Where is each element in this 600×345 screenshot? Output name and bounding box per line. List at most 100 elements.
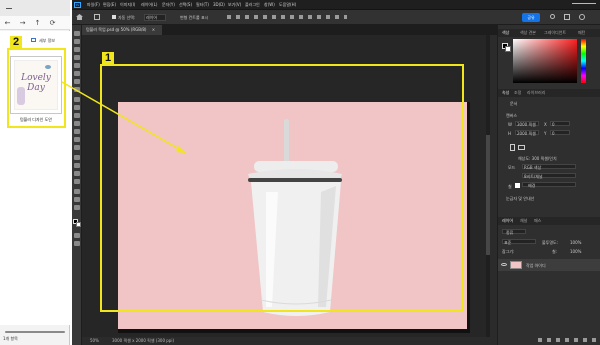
workspace-icon[interactable] (564, 14, 570, 20)
orientation-portrait-icon[interactable] (510, 144, 515, 151)
refresh-button[interactable]: ⟳ (48, 17, 57, 29)
menu-type[interactable]: 문자(Y) (162, 0, 175, 10)
layer-name[interactable]: 작업 아이디 (526, 263, 546, 269)
canvas-vertical-scrollbar[interactable] (486, 35, 490, 337)
details-view-label[interactable]: 세부 정보 (39, 38, 55, 44)
lasso-tool[interactable] (74, 47, 80, 52)
tab-libraries[interactable]: 라이브러리 (527, 89, 545, 97)
menu-filter[interactable]: 필터(T) (196, 0, 209, 10)
tab-color[interactable]: 색상 (502, 29, 509, 37)
history-brush-tool[interactable] (74, 113, 80, 118)
mode-value: RGB 색상 (524, 165, 542, 170)
brush-tool[interactable] (74, 97, 80, 102)
tab-layers[interactable]: 레이어 (502, 217, 513, 225)
healing-tool[interactable] (74, 87, 80, 92)
horizontal-scrollbar[interactable] (5, 331, 65, 333)
menu-select[interactable]: 선택(S) (179, 0, 192, 10)
layer-actions-icons[interactable] (538, 338, 598, 342)
menu-image[interactable]: 이미지(I) (120, 0, 135, 10)
callout-badge-2: 2 (10, 36, 22, 49)
resolution-label: 해상도: 300 픽셀/인치 (518, 156, 557, 161)
pen-tool[interactable] (74, 155, 80, 160)
layer-fill-value[interactable]: 100% (570, 249, 581, 254)
menu-layer[interactable]: 레이어(L) (141, 0, 157, 10)
settings-icon[interactable] (579, 14, 585, 20)
window-minimize-icon[interactable] (6, 8, 12, 9)
zoom-level[interactable]: 50% (90, 337, 99, 345)
layers-panel-tabs: 레이어 채널 패스 (498, 217, 600, 225)
move-tool-icon[interactable] (94, 14, 100, 20)
menu-view[interactable]: 보기(V) (228, 0, 241, 10)
quick-select-tool[interactable] (74, 55, 80, 60)
menu-edit[interactable]: 편집(E) (103, 0, 116, 10)
fill-swatch[interactable] (515, 183, 520, 188)
details-view-icon[interactable] (31, 38, 36, 42)
eyedropper-tool[interactable] (74, 79, 80, 84)
zoom-tool[interactable] (74, 197, 80, 202)
scroll-thumb[interactable] (486, 135, 490, 255)
layer-fill-label: 칠: (552, 249, 558, 254)
tab-paths[interactable]: 패스 (534, 217, 541, 225)
menu-3d[interactable]: 3D(D) (213, 0, 225, 10)
layer-kind-value: 종류 (506, 230, 514, 235)
gradient-tool[interactable] (74, 129, 80, 134)
callout-box-1 (100, 64, 464, 312)
screen-mode-tool[interactable] (74, 241, 80, 246)
auto-select-target-value: 레이어 (146, 15, 158, 20)
tools-panel (72, 25, 82, 345)
blur-tool[interactable] (74, 137, 80, 142)
move-tool[interactable] (74, 31, 80, 36)
menu-window[interactable]: 창(W) (264, 0, 275, 10)
tab-channels[interactable]: 채널 (520, 217, 527, 225)
eraser-tool[interactable] (74, 121, 80, 126)
marquee-tool[interactable] (74, 39, 80, 44)
y-label: Y (544, 131, 547, 136)
document-tab[interactable]: 텀블러 목업.psd @ 50% (RGB/8) × (82, 25, 162, 35)
height-label: H (508, 131, 512, 136)
path-select-tool[interactable] (74, 171, 80, 176)
align-icons[interactable] (227, 15, 347, 19)
hue-slider[interactable] (581, 39, 586, 83)
menu-plugins[interactable]: 플러그인 (245, 0, 260, 10)
more-tools[interactable] (74, 205, 80, 210)
orientation-landscape-icon[interactable] (518, 145, 525, 150)
crop-tool[interactable] (74, 63, 80, 68)
transform-controls-label[interactable]: 변형 컨트롤 표시 (180, 15, 208, 21)
rulers-section-label[interactable]: 눈금자 및 안내선 (506, 196, 534, 202)
auto-select-checkbox[interactable] (112, 15, 116, 19)
tab-swatches[interactable]: 색상 견본 (520, 29, 536, 37)
close-tab-icon[interactable]: × (152, 27, 155, 32)
tab-properties[interactable]: 속성 (502, 89, 509, 97)
tab-adjustments[interactable]: 조정 (514, 89, 521, 97)
forward-button[interactable]: → (18, 17, 27, 29)
quick-mask-tool[interactable] (74, 233, 80, 238)
callout-box-2 (7, 48, 66, 128)
type-tool[interactable] (74, 163, 80, 168)
tab-gradients[interactable]: 그레이디언트 (544, 29, 566, 37)
document-size: 3000 픽셀 x 2000 픽셀 (300 ppi) (112, 338, 175, 343)
menu-file[interactable]: 파일(F) (87, 0, 100, 10)
home-icon[interactable] (76, 14, 83, 20)
share-button[interactable]: 공유 (522, 13, 540, 22)
x-label: X (544, 122, 547, 127)
visibility-eye-icon[interactable] (501, 263, 507, 266)
shape-tool[interactable] (74, 179, 80, 184)
frame-tool[interactable] (74, 71, 80, 76)
hand-tool[interactable] (74, 189, 80, 194)
bg-color-chip[interactable] (505, 46, 511, 52)
canvas-section-label[interactable]: 캔버스 (506, 113, 517, 119)
opacity-value[interactable]: 100% (570, 240, 581, 245)
dodge-tool[interactable] (74, 145, 80, 150)
layer-row[interactable]: 작업 아이디 (498, 259, 600, 271)
tab-patterns[interactable]: 패턴 (578, 29, 585, 37)
menu-help[interactable]: 도움말(H) (279, 0, 296, 10)
window-controls-icon[interactable] (572, 3, 596, 7)
stamp-tool[interactable] (74, 105, 80, 110)
color-picker-field[interactable] (513, 39, 577, 83)
background-color-swatch[interactable] (76, 222, 81, 227)
right-panels: 색상 색상 견본 그레이디언트 패턴 속성 조정 라이브러리 문서 캔버스 W … (497, 25, 600, 345)
back-button[interactable]: ← (3, 17, 12, 29)
search-icon[interactable] (550, 14, 555, 19)
width-label: W (508, 122, 512, 127)
up-button[interactable]: ↑ (33, 17, 42, 29)
